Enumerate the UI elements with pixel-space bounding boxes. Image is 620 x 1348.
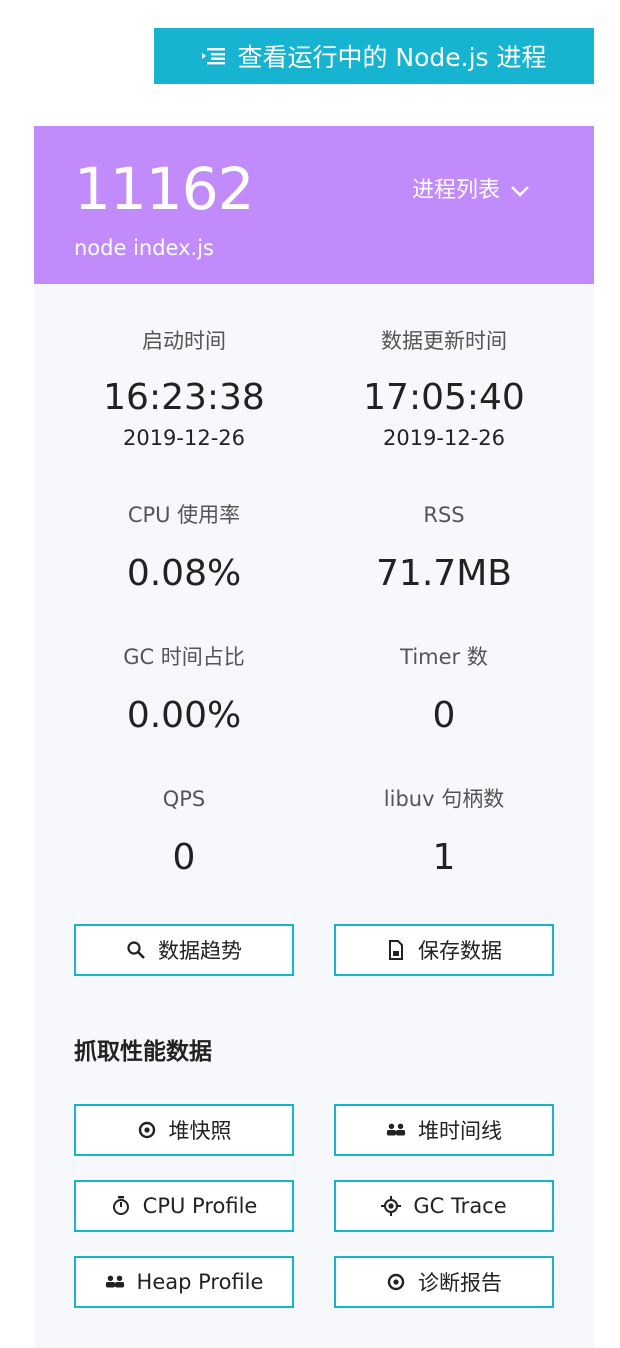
metric-label: 启动时间 [142, 329, 226, 353]
metric-cpu: CPU 使用率 0.08% [44, 500, 324, 596]
metric-value: 0.00% [126, 695, 242, 736]
aperture-icon [137, 1120, 157, 1140]
metric-label: RSS [423, 503, 465, 527]
process-pid: 11162 [74, 155, 255, 223]
metric-label: GC 时间占比 [123, 645, 245, 669]
list-icon [201, 45, 227, 67]
gc-trace-button[interactable]: GC Trace [334, 1180, 554, 1232]
process-list-label: 进程列表 [412, 178, 501, 203]
search-icon [126, 940, 146, 960]
capture-section-title: 抓取性能数据 [74, 1039, 212, 1065]
metric-value: 0.08% [126, 553, 242, 594]
metric-label: CPU 使用率 [127, 503, 241, 527]
metric-libuv: libuv 句柄数 1 [304, 784, 584, 880]
heap-profile-label: Heap Profile [136, 1270, 264, 1294]
metric-label: libuv 句柄数 [383, 787, 505, 811]
process-card: 11162 node index.js 进程列表 启动时间 16:23:38 2… [34, 126, 594, 1348]
heap-snapshot-label: 堆快照 [168, 1119, 232, 1143]
heap-snapshot-button[interactable]: 堆快照 [74, 1104, 294, 1156]
diagnostic-report-button[interactable]: 诊断报告 [334, 1256, 554, 1308]
crosshair-icon [381, 1196, 402, 1216]
save-data-button[interactable]: 保存数据 [334, 924, 554, 976]
save-data-label: 保存数据 [418, 939, 502, 963]
metric-timer: Timer 数 0 [304, 642, 584, 738]
metric-value: 1 [432, 837, 456, 878]
file-icon [386, 940, 406, 960]
metric-update-time: 数据更新时间 17:05:40 2019-12-26 [304, 326, 584, 452]
metric-value: 0 [172, 837, 196, 878]
metric-date: 2019-12-26 [122, 426, 246, 450]
view-running-processes-button[interactable]: 查看运行中的 Node.js 进程 [154, 28, 594, 84]
metric-value: 17:05:40 [363, 377, 525, 418]
view-running-processes-label: 查看运行中的 Node.js 进程 [237, 43, 547, 72]
gc-trace-label: GC Trace [413, 1194, 507, 1218]
cpu-profile-button[interactable]: CPU Profile [74, 1180, 294, 1232]
metric-label: Timer 数 [400, 645, 488, 669]
metric-value: 0 [432, 695, 456, 736]
heap-timeline-button[interactable]: 堆时间线 [334, 1104, 554, 1156]
metric-gc: GC 时间占比 0.00% [44, 642, 324, 738]
stopwatch-icon [111, 1196, 131, 1216]
process-command: node index.js [74, 236, 214, 260]
metric-label: QPS [162, 787, 206, 811]
data-trend-label: 数据趋势 [158, 939, 242, 963]
metric-rss: RSS 71.7MB [304, 500, 584, 596]
metric-label: 数据更新时间 [381, 329, 507, 353]
metric-start-time: 启动时间 16:23:38 2019-12-26 [44, 326, 324, 452]
metric-qps: QPS 0 [44, 784, 324, 880]
chevron-down-icon [510, 184, 530, 198]
process-list-dropdown[interactable]: 进程列表 [412, 176, 530, 206]
heap-timeline-label: 堆时间线 [418, 1119, 502, 1143]
users-icon [386, 1120, 406, 1140]
process-header: 11162 node index.js 进程列表 [34, 126, 594, 284]
cpu-profile-label: CPU Profile [142, 1194, 258, 1218]
metric-value: 71.7MB [376, 553, 512, 594]
aperture-icon [386, 1272, 406, 1292]
metric-value: 16:23:38 [103, 377, 265, 418]
data-trend-button[interactable]: 数据趋势 [74, 924, 294, 976]
users-icon [105, 1272, 125, 1292]
metric-date: 2019-12-26 [382, 426, 506, 450]
heap-profile-button[interactable]: Heap Profile [74, 1256, 294, 1308]
diagnostic-report-label: 诊断报告 [418, 1271, 502, 1295]
